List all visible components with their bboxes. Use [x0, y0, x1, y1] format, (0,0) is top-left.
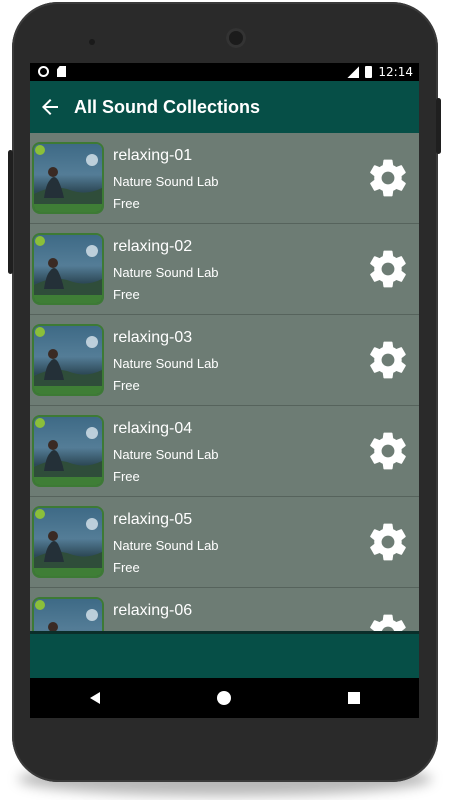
square-recents-icon: [348, 692, 361, 704]
item-title: relaxing-05: [113, 511, 193, 528]
settings-button[interactable]: [366, 338, 410, 382]
status-time: 12:14: [378, 65, 413, 79]
battery-icon: [365, 66, 373, 78]
collection-thumbnail: [34, 599, 102, 631]
sensor-dot: [89, 39, 95, 45]
bottom-banner: [30, 631, 419, 678]
gear-icon: [370, 159, 406, 197]
collection-thumbnail: [34, 326, 102, 394]
list-item-2[interactable]: relaxing-02 Nature Sound Lab Free: [30, 224, 419, 315]
arrow-left-icon[interactable]: [38, 95, 62, 119]
front-camera: [226, 28, 246, 48]
item-title: relaxing-06: [113, 602, 193, 619]
settings-button[interactable]: [366, 520, 410, 564]
item-title: relaxing-01: [113, 147, 193, 164]
collection-thumbnail: [34, 235, 102, 303]
list-item-6[interactable]: relaxing-06: [30, 588, 419, 631]
settings-button[interactable]: [366, 247, 410, 291]
app-bar: All Sound Collections: [30, 81, 419, 133]
gear-icon: [370, 614, 406, 631]
gear-icon: [370, 523, 406, 561]
gear-icon: [370, 250, 406, 288]
gear-icon: [370, 341, 406, 379]
collection-thumbnail: [34, 417, 102, 485]
settings-button[interactable]: [366, 611, 410, 631]
nav-home-button[interactable]: [214, 688, 234, 708]
gear-icon: [370, 432, 406, 470]
item-title: relaxing-02: [113, 238, 193, 255]
sd-card-icon: [57, 66, 66, 77]
item-author: Nature Sound Lab: [113, 265, 219, 280]
item-author: Nature Sound Lab: [113, 174, 219, 189]
collection-thumbnail: [34, 144, 102, 212]
list-item-1[interactable]: relaxing-01 Nature Sound Lab Free: [30, 133, 419, 224]
settings-button[interactable]: [366, 429, 410, 473]
item-author: Nature Sound Lab: [113, 538, 219, 553]
list-item-5[interactable]: relaxing-05 Nature Sound Lab Free: [30, 497, 419, 588]
item-price: Free: [113, 560, 140, 575]
list-item-4[interactable]: relaxing-04 Nature Sound Lab Free: [30, 406, 419, 497]
signal-icon: [347, 66, 360, 78]
page-title: All Sound Collections: [74, 96, 261, 117]
item-price: Free: [113, 196, 140, 211]
item-title: relaxing-03: [113, 329, 193, 346]
settings-button[interactable]: [366, 156, 410, 200]
sync-circle-icon: [38, 66, 49, 77]
status-bar: 12:14: [30, 63, 419, 81]
volume-button: [8, 150, 13, 274]
item-author: Nature Sound Lab: [113, 356, 219, 371]
item-price: Free: [113, 378, 140, 393]
power-button: [436, 98, 441, 154]
item-price: Free: [113, 469, 140, 484]
list-item-3[interactable]: relaxing-03 Nature Sound Lab Free: [30, 315, 419, 406]
triangle-back-icon: [89, 692, 100, 704]
system-nav-bar: [30, 678, 419, 718]
screen: 12:14 All Sound Collections relaxing-01 …: [30, 63, 419, 718]
sound-collection-list[interactable]: relaxing-01 Nature Sound Lab Free relaxi…: [30, 133, 419, 631]
item-author: Nature Sound Lab: [113, 447, 219, 462]
circle-home-icon: [217, 691, 232, 705]
item-price: Free: [113, 287, 140, 302]
nav-recents-button[interactable]: [344, 688, 364, 708]
collection-thumbnail: [34, 508, 102, 576]
nav-back-button[interactable]: [85, 688, 105, 708]
item-title: relaxing-04: [113, 420, 193, 437]
